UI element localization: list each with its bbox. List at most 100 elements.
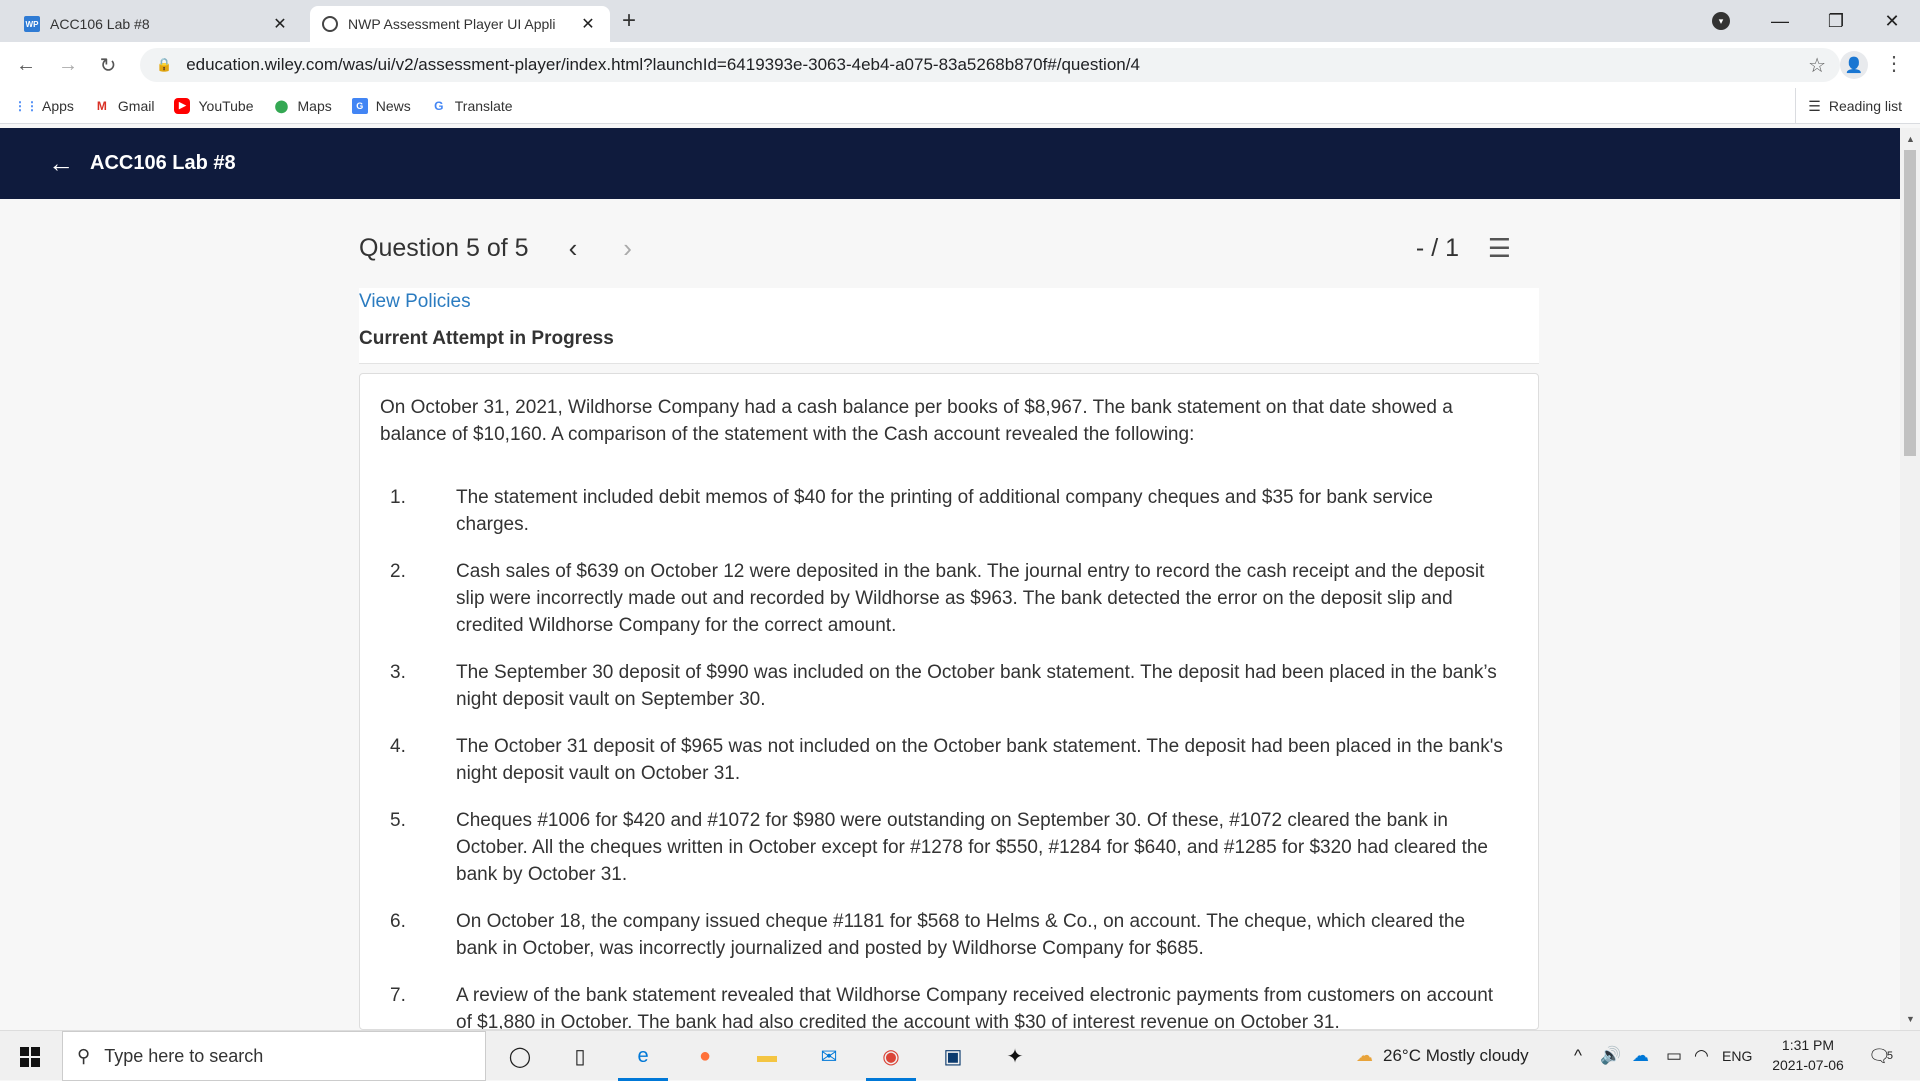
wileyplus-favicon-icon: WP	[24, 16, 40, 32]
tab-acc106-lab[interactable]: WP ACC106 Lab #8 ✕	[12, 6, 302, 42]
onedrive-icon[interactable]: ☁	[1632, 1031, 1649, 1081]
bookmark-label: Apps	[42, 97, 74, 114]
news-icon: G	[351, 97, 368, 114]
tab-search-icon[interactable]: ▾	[1712, 12, 1730, 30]
view-policies-link[interactable]: View Policies	[359, 291, 471, 313]
notification-count: 5	[1886, 1050, 1893, 1062]
list-item: 1. The statement included debit memos of …	[380, 484, 1510, 538]
edge-browser-icon[interactable]: e	[618, 1041, 668, 1081]
cortana-icon[interactable]: ◯	[505, 1041, 535, 1071]
wifi-icon[interactable]: ◠	[1694, 1031, 1709, 1081]
restore-button[interactable]: ❐	[1808, 0, 1864, 42]
minimize-button[interactable]: —	[1752, 0, 1808, 42]
globe-favicon-icon	[322, 16, 338, 32]
list-item: 4. The October 31 deposit of $965 was not…	[380, 733, 1510, 787]
dropbox-icon[interactable]: ✦	[1000, 1041, 1030, 1071]
firefox-icon[interactable]: ●	[690, 1041, 720, 1071]
search-placeholder: Type here to search	[104, 1045, 264, 1066]
scrollbar-thumb[interactable]	[1904, 150, 1916, 456]
browser-toolbar: ← → ↻ 🔒 education.wiley.com/was/ui/v2/as…	[0, 42, 1920, 88]
bookmark-label: Gmail	[117, 97, 155, 114]
tab-nwp-assessment[interactable]: NWP Assessment Player UI Appli ✕	[310, 6, 610, 42]
search-icon: ⚲	[77, 1045, 91, 1066]
next-question-chevron-icon[interactable]: ›	[623, 233, 632, 264]
browser-tabstrip: WP ACC106 Lab #8 ✕ NWP Assessment Player…	[0, 0, 1920, 42]
app-header: ← ACC106 Lab #8	[0, 128, 1900, 199]
scroll-down-arrow-icon[interactable]: ▼	[1906, 1014, 1915, 1024]
forward-button[interactable]: →	[54, 51, 82, 79]
taskbar-search-input[interactable]: ⚲ Type here to search	[62, 1031, 486, 1081]
language-indicator[interactable]: ENG	[1722, 1031, 1752, 1081]
bookmark-label: News	[375, 97, 411, 114]
task-view-icon[interactable]: ▯	[565, 1041, 595, 1071]
youtube-icon: ▶	[174, 97, 191, 114]
windows-start-icon[interactable]	[20, 1047, 40, 1067]
item-number: 5.	[390, 810, 406, 831]
clock-date: 2021-07-06	[1772, 1057, 1844, 1073]
item-text: On October 18, the company issued cheque…	[456, 911, 1466, 959]
cloudy-weather-icon: ☁	[1356, 1046, 1373, 1065]
battery-icon[interactable]: ▭	[1666, 1031, 1682, 1081]
windows-taskbar: ⚲ Type here to search ◯ ▯ e ● ▬ ✉ ◉ ▣ ✦ …	[0, 1030, 1920, 1081]
back-button[interactable]: ←	[12, 51, 40, 79]
item-number: 6.	[390, 911, 406, 932]
menu-kebab-icon[interactable]: ⋮	[1884, 51, 1904, 76]
close-tab-icon[interactable]: ✕	[270, 14, 290, 34]
file-explorer-icon[interactable]: ▬	[752, 1041, 782, 1071]
taskbar-clock[interactable]: 1:31 PM 2021-07-06	[1764, 1035, 1852, 1075]
scroll-up-arrow-icon[interactable]: ▲	[1906, 134, 1915, 144]
volume-icon[interactable]: 🔊	[1600, 1031, 1621, 1081]
back-arrow-icon[interactable]: ←	[48, 148, 74, 179]
policies-section: View Policies Current Attempt in Progres…	[359, 288, 1539, 364]
question-score: - / 1	[1415, 233, 1459, 262]
question-card: On October 31, 2021, Wildhorse Company h…	[359, 373, 1539, 1030]
mail-icon[interactable]: ✉	[814, 1041, 844, 1071]
question-intro: On October 31, 2021, Wildhorse Company h…	[380, 397, 1453, 445]
clock-time: 1:31 PM	[1781, 1037, 1835, 1053]
reload-button[interactable]: ↻	[94, 51, 122, 79]
weather-text: 26°C Mostly cloudy	[1383, 1046, 1529, 1065]
store-icon[interactable]: ▣	[938, 1041, 968, 1071]
bookmark-translate[interactable]: G Translate	[431, 98, 513, 114]
bookmark-label: Maps	[297, 97, 332, 114]
list-item: 3. The September 30 deposit of $990 was i…	[380, 659, 1510, 713]
bookmark-maps[interactable]: ⬤ Maps	[274, 98, 332, 114]
reading-list-button[interactable]: ☰ Reading list	[1795, 88, 1902, 124]
close-window-button[interactable]: ✕	[1864, 0, 1920, 42]
new-tab-button[interactable]: +	[622, 7, 636, 35]
list-item: 7. A review of the bank statement reveale…	[380, 982, 1510, 1030]
previous-question-chevron-icon[interactable]: ‹	[569, 233, 578, 264]
bookmark-gmail[interactable]: M Gmail	[94, 98, 155, 114]
bookmark-star-icon[interactable]: ☆	[1808, 53, 1826, 78]
item-number: 7.	[390, 985, 406, 1006]
page-scrollbar[interactable]: ▲ ▼	[1900, 128, 1920, 1030]
lock-icon: 🔒	[156, 57, 173, 72]
question-list-icon[interactable]: ☰	[1488, 233, 1511, 264]
close-tab-icon[interactable]: ✕	[578, 14, 598, 34]
attempt-status: Current Attempt in Progress	[359, 328, 614, 349]
show-hidden-icons-icon[interactable]: ^	[1574, 1031, 1582, 1081]
bookmark-label: YouTube	[198, 97, 254, 114]
bookmark-news[interactable]: G News	[351, 97, 411, 114]
bookmarks-bar: ⋮⋮ Apps M Gmail ▶ YouTube ⬤ Maps G News …	[0, 88, 1920, 124]
translate-icon: G	[434, 98, 444, 113]
weather-widget[interactable]: ☁ 26°C Mostly cloudy	[1356, 1031, 1529, 1081]
tab-label: NWP Assessment Player UI Appli	[348, 16, 556, 32]
bookmark-apps[interactable]: ⋮⋮ Apps	[14, 97, 74, 114]
question-items-list: 1. The statement included debit memos of …	[380, 484, 1510, 1030]
item-number: 4.	[390, 736, 406, 757]
item-text: The October 31 deposit of $965 was not i…	[456, 736, 1503, 784]
chrome-icon[interactable]: ◉	[866, 1041, 916, 1081]
reading-list-icon: ☰	[1808, 97, 1821, 114]
bookmark-youtube[interactable]: ▶ YouTube	[174, 97, 254, 114]
list-item: 6. On October 18, the company issued cheq…	[380, 908, 1510, 962]
item-text: Cheques #1006 for $420 and #1072 for $98…	[456, 810, 1488, 885]
notification-center-icon[interactable]: 🗨 5	[1868, 1031, 1893, 1081]
item-text: A review of the bank statement revealed …	[456, 985, 1494, 1030]
url-text: education.wiley.com/was/ui/v2/assessment…	[186, 55, 1140, 74]
gmail-icon: M	[96, 98, 107, 113]
item-text: Cash sales of $639 on October 12 were de…	[456, 561, 1485, 636]
list-item: 5. Cheques #1006 for $420 and #1072 for $…	[380, 807, 1510, 888]
profile-avatar[interactable]: 👤	[1840, 51, 1868, 79]
address-bar[interactable]: 🔒 education.wiley.com/was/ui/v2/assessme…	[140, 48, 1840, 82]
